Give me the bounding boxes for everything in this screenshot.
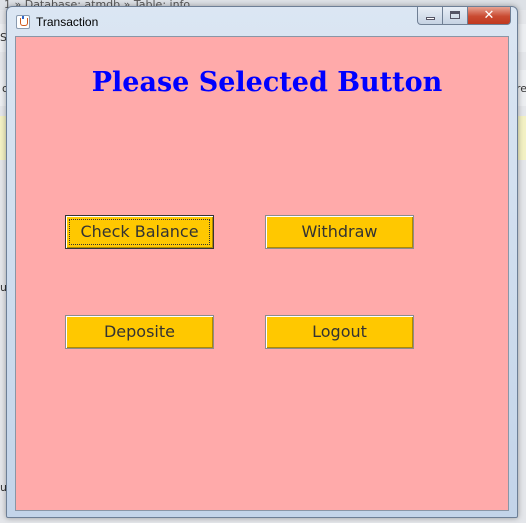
content-pane: Please Selected Button Check Balance Wit…: [15, 36, 509, 511]
logout-button[interactable]: Logout: [265, 315, 414, 349]
withdraw-button[interactable]: Withdraw: [265, 215, 414, 249]
withdraw-label: Withdraw: [301, 222, 378, 241]
check-balance-label: Check Balance: [80, 222, 199, 241]
java-app-icon: [16, 15, 30, 29]
logout-label: Logout: [312, 322, 367, 341]
check-balance-button[interactable]: Check Balance: [65, 215, 214, 249]
window-title: Transaction: [36, 15, 99, 29]
deposite-button[interactable]: Deposite: [65, 315, 214, 349]
maximize-button[interactable]: [443, 7, 468, 25]
title-bar[interactable]: Transaction ✕: [7, 7, 517, 35]
close-button[interactable]: ✕: [468, 7, 511, 25]
deposite-label: Deposite: [103, 322, 175, 341]
page-heading: Please Selected Button: [91, 67, 443, 98]
close-icon: ✕: [483, 8, 495, 23]
window-controls: ✕: [417, 7, 511, 26]
transaction-window: Transaction ✕ Please Selected Button Che…: [6, 6, 518, 518]
minimize-button[interactable]: [417, 7, 443, 25]
